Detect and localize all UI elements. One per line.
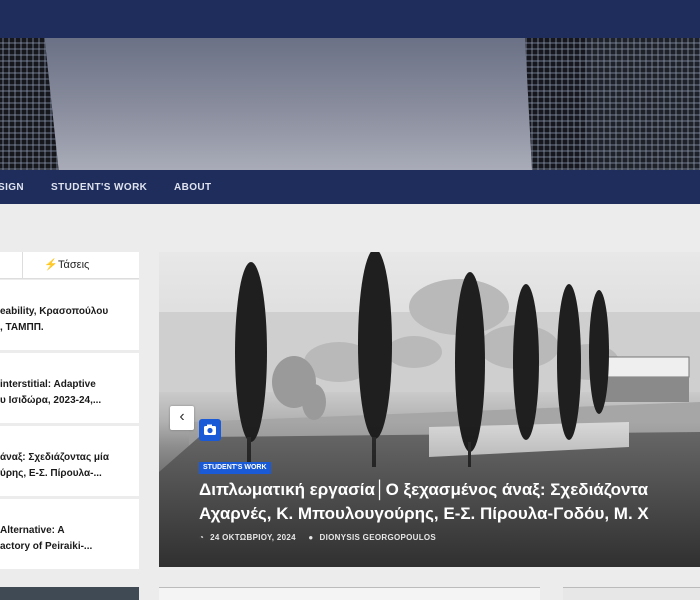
carousel-prev-button[interactable]: ‹: [170, 406, 194, 430]
featured-post-title[interactable]: Διπλωματική εργασία│Ο ξεχασμένος άναξ: Σ…: [199, 478, 700, 526]
tab-trending[interactable]: Τάσεις: [58, 259, 89, 271]
clock-icon: ◔: [199, 533, 205, 542]
bolt-icon: ⚡: [44, 259, 58, 271]
nav-item-about[interactable]: ABOUT: [174, 182, 212, 193]
post-title-line: άναξ: Σχεδιάζοντας μία: [0, 452, 109, 463]
main-nav: SIGN STUDENT'S WORK ABOUT: [0, 170, 700, 204]
post-title-line: υ Ισιδώρα, 2023-24,...: [0, 395, 102, 406]
post-date: 24 ΟΚΤΩΒΡΙΟΥ, 2024: [210, 533, 296, 542]
thumbnail-right[interactable]: [563, 587, 700, 600]
post-title-line: interstitial: Adaptive: [0, 379, 96, 390]
top-bar: [0, 0, 700, 38]
thumbnail-left[interactable]: [0, 587, 139, 600]
tab-divider: [22, 252, 23, 279]
nav-item-design[interactable]: SIGN: [0, 182, 24, 193]
building-left-image: [0, 38, 59, 170]
featured-title-line: Αχαρνές, Κ. Μπουλουγούρης, Ε-Σ. Πίρουλα-…: [199, 504, 649, 523]
nav-item-students-work[interactable]: STUDENT'S WORK: [51, 182, 147, 193]
building-right-shadow: [585, 38, 700, 170]
user-icon: ●: [308, 533, 314, 542]
sidebar-tabs: ⚡ Τάσεις: [0, 252, 139, 279]
camera-icon: [199, 419, 221, 441]
sidebar-post[interactable]: Alternative: A actory of Peiraiki-...: [0, 499, 139, 569]
thumbnail-center[interactable]: [159, 587, 540, 600]
category-badge[interactable]: STUDENT'S WORK: [199, 462, 271, 474]
post-title-line: eability, Κρασοπούλου: [0, 306, 109, 317]
post-title-line: ύρης, Ε-Σ. Πίρουλα-...: [0, 468, 102, 479]
header-banner: [0, 38, 700, 170]
post-title-line: Alternative: A: [0, 525, 65, 536]
sidebar-post[interactable]: eability, Κρασοπούλου , ΤΑΜΠΠ.: [0, 280, 139, 350]
sidebar-post[interactable]: interstitial: Adaptive υ Ισιδώρα, 2023-24…: [0, 353, 139, 423]
featured-title-line: Διπλωματική εργασία│Ο ξεχασμένος άναξ: Σ…: [199, 480, 649, 499]
post-title-line: actory of Peiraiki-...: [0, 541, 93, 552]
post-author[interactable]: DIONYSIS GEORGOPOULOS: [320, 533, 437, 542]
sidebar-post[interactable]: άναξ: Σχεδιάζοντας μία ύρης, Ε-Σ. Πίρουλα…: [0, 426, 139, 496]
post-title-line: , ΤΑΜΠΠ.: [0, 322, 44, 333]
post-meta: ◔ 24 ΟΚΤΩΒΡΙΟΥ, 2024 ● DIONYSIS GEORGOPOUL…: [199, 533, 442, 542]
